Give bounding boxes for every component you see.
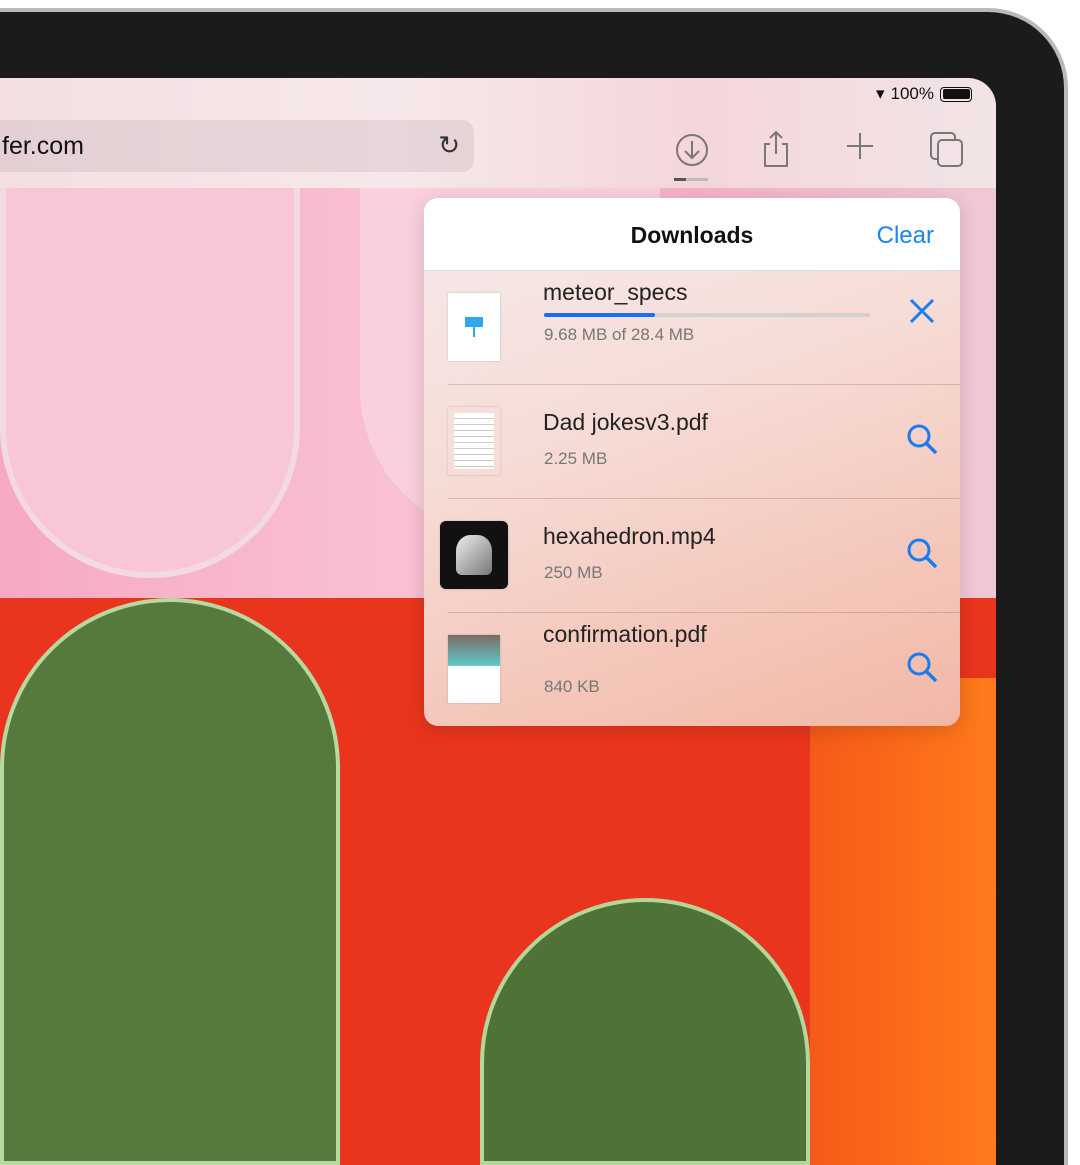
tabs-icon [930, 132, 963, 167]
url-text: fer.com [2, 131, 84, 160]
file-name: meteor_specs [543, 279, 688, 305]
wallpaper-orange [810, 678, 996, 1165]
wallpaper-curl [0, 178, 300, 578]
download-item[interactable]: hexahedron.mp4 250 MB [440, 499, 960, 613]
downloads-popover: Downloads Clear meteor_specs 9.68 MB of … [424, 198, 960, 726]
file-name: confirmation.pdf [543, 621, 707, 647]
plus-icon [847, 133, 873, 159]
file-size: 840 KB [544, 677, 600, 696]
cancel-icon[interactable] [904, 293, 940, 329]
browser-toolbar: ▾ 100% fer.com ↻ [0, 78, 996, 188]
download-item[interactable]: confirmation.pdf 840 KB [448, 613, 960, 727]
new-tab-button[interactable] [844, 130, 876, 170]
screen: ▾ 100% fer.com ↻ Downloads Clear meteor_… [0, 78, 996, 1165]
address-bar[interactable]: fer.com ↻ [0, 120, 474, 172]
file-name: Dad jokesv3.pdf [543, 409, 708, 435]
downloads-header: Downloads Clear [424, 198, 960, 271]
downloads-button[interactable] [674, 132, 710, 181]
magnifier-icon[interactable] [904, 535, 940, 571]
share-icon [764, 130, 788, 167]
battery-percent: 100% [890, 84, 934, 103]
magnifier-icon[interactable] [904, 421, 940, 457]
download-progress-mini [674, 178, 708, 181]
file-name: hexahedron.mp4 [543, 523, 716, 549]
download-item[interactable]: meteor_specs 9.68 MB of 28.4 MB [448, 271, 960, 385]
file-size: 250 MB [544, 563, 603, 582]
status-bar: ▾ 100% [876, 84, 972, 104]
download-icon [676, 134, 708, 166]
file-size: 2.25 MB [544, 449, 608, 468]
video-thumbnail [440, 521, 508, 589]
tabs-button[interactable] [928, 130, 966, 176]
magnifier-icon[interactable] [904, 649, 940, 685]
wallpaper-green [0, 598, 340, 1165]
keynote-file-icon [448, 293, 500, 361]
battery-icon [940, 86, 972, 102]
wallpaper-green [480, 898, 810, 1165]
pdf-thumbnail [448, 635, 500, 703]
download-item[interactable]: Dad jokesv3.pdf 2.25 MB [448, 385, 960, 499]
reload-icon[interactable]: ↻ [438, 130, 460, 161]
file-size: 9.68 MB of 28.4 MB [544, 325, 695, 344]
pdf-thumbnail [448, 407, 500, 475]
share-button[interactable] [760, 130, 792, 176]
clear-button[interactable]: Clear [877, 222, 934, 250]
download-progress-bar [544, 313, 870, 317]
wifi-icon: ▾ [875, 84, 885, 103]
